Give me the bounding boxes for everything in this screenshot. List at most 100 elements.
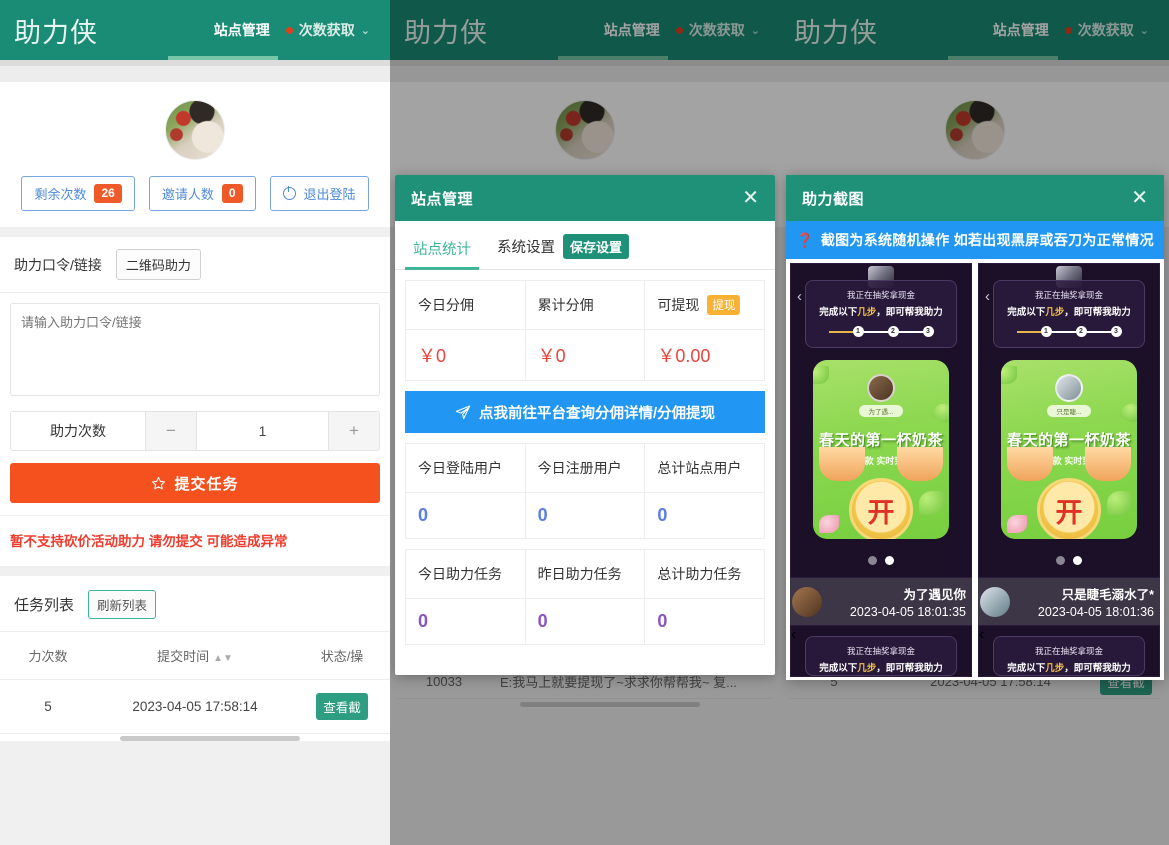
profile-stats: 剩余次数 26 邀请人数 0 退出登陆	[0, 176, 390, 211]
banner-line-2-post: ，即可帮我助力	[1064, 307, 1131, 318]
goto-platform-button[interactable]: 点我前往平台查询分佣详情/分佣提现	[405, 391, 765, 433]
user-avatar	[792, 586, 822, 617]
warning-text: 暂不支持砍价活动助力 请勿提交 可能造成异常	[0, 515, 390, 566]
modal-tabs: 站点统计 系统设置 保存设置	[395, 221, 775, 270]
step-number: 2	[887, 326, 899, 337]
refresh-list-button[interactable]: 刷新列表	[88, 590, 157, 619]
form-header: 助力口令/链接 二维码助力	[0, 237, 390, 293]
nav-item-label: 次数获取	[298, 22, 355, 38]
step-indicator: 1 2 3	[994, 326, 1144, 337]
stat-cell-withdrawable: 可提现 提现 ￥0.00	[645, 281, 765, 380]
stat-cell-today-register: 今日注册用户 0	[525, 444, 646, 538]
promo-avatar	[867, 374, 895, 402]
banner-line-2-pre: 完成以下	[819, 307, 858, 318]
invite-count-label: 邀请人数	[161, 187, 214, 202]
carousel-dots[interactable]	[979, 556, 1159, 565]
modal-header: 助力截图 ✕	[786, 175, 1164, 221]
submit-task-button[interactable]: 提交任务	[10, 463, 380, 503]
banner-line-2-pre: 完成以下	[1007, 307, 1046, 318]
navbar: 助力侠 站点管理 次数获取 ⌄	[0, 0, 390, 60]
carousel-dots[interactable]	[791, 556, 971, 565]
paper-plane-icon	[455, 405, 471, 420]
stat-value: 0	[418, 611, 429, 631]
stat-cell-total-users: 总计站点用户 0	[645, 444, 765, 538]
col-status: 状态/操	[294, 631, 390, 680]
banner-line-2: 完成以下几步，即可帮我助力	[994, 304, 1144, 318]
screenshot-image[interactable]: ‹ 我正在抽奖拿现金 完成以下几步，即可帮我助力	[978, 625, 1160, 677]
stat-value: ￥0	[537, 346, 566, 366]
task-list-title: 任务列表	[14, 597, 75, 614]
screenshot-username: 只是睫毛溺水了*	[1061, 588, 1154, 602]
panel-right: 助力侠 站点管理 次数获取 ⌄ 剩余次数 26	[780, 0, 1169, 845]
sort-updown-icon[interactable]: ▲▼	[213, 654, 233, 664]
back-chevron-icon: ‹	[985, 288, 990, 305]
stepper-value[interactable]: 1	[197, 412, 328, 450]
banner-line-2-pre: 完成以下	[1007, 663, 1046, 674]
site-management-modal: 站点管理 ✕ 站点统计 系统设置 保存设置 今日分佣 ￥0 累计分佣 ￥0 可提…	[395, 175, 775, 675]
remaining-count-label: 剩余次数	[34, 187, 87, 202]
step-indicator: 1 2 3	[806, 326, 956, 337]
banner-line-2-pre: 完成以下	[819, 663, 858, 674]
screenshot-username: 为了遇见你	[903, 588, 966, 602]
step-number: 1	[852, 326, 864, 337]
screenshot-modal: 助力截图 ✕ ❓ 截图为系统随机操作 如若出现黑屏或吞刀为正常情况 ‹ 我正在抽…	[786, 175, 1164, 680]
nav-item-site-management[interactable]: 站点管理	[214, 18, 270, 42]
modal-title: 助力截图	[802, 190, 865, 208]
stat-label: 总计站点用户	[657, 460, 742, 476]
close-icon[interactable]: ✕	[1131, 188, 1148, 208]
tab-system-settings[interactable]: 系统设置 保存设置	[493, 221, 633, 269]
stat-value: 0	[657, 505, 668, 525]
screenshot-image[interactable]: ‹ 我正在抽奖拿现金 完成以下几步，即可帮我助力	[790, 625, 972, 677]
modal-header: 站点管理 ✕	[395, 175, 775, 221]
table-horizontal-scrollbar[interactable]	[120, 736, 300, 741]
count-stepper-wrap: 助力次数 − 1 +	[0, 401, 390, 451]
banner-line-2-em: 几步	[857, 663, 877, 674]
step-number: 2	[1075, 326, 1087, 337]
brand-title: 助力侠	[14, 17, 98, 48]
view-screenshot-button[interactable]: 查看截	[316, 693, 368, 720]
avatar	[165, 100, 225, 160]
tab-site-stats[interactable]: 站点统计	[405, 225, 479, 270]
screenshot-item[interactable]: ‹ 我正在抽奖拿现金 完成以下几步，即可帮我助力 1 2	[978, 263, 1160, 677]
panel-middle: 助力侠 站点管理 次数获取 ⌄ 剩余次数 26	[390, 0, 780, 845]
commission-stats-grid: 今日分佣 ￥0 累计分佣 ￥0 可提现 提现 ￥0.00	[405, 280, 765, 381]
nav-item-get-count[interactable]: 次数获取 ⌄	[285, 18, 370, 42]
screenshot-image[interactable]: ‹ 我正在抽奖拿现金 完成以下几步，即可帮我助力 1 2	[790, 263, 972, 578]
invite-count-badge: 0	[221, 184, 243, 203]
cell-action: 查看截	[294, 679, 390, 734]
open-coin-button[interactable]: 开	[1037, 478, 1101, 539]
screenshot-item[interactable]: ‹ 我正在抽奖拿现金 完成以下几步，即可帮我助力 1 2	[790, 263, 972, 677]
stat-cell-today-login: 今日登陆用户 0	[406, 444, 526, 538]
stepper-minus-button[interactable]: −	[146, 412, 197, 450]
assist-code-input[interactable]	[10, 303, 380, 396]
col-time[interactable]: 提交时间 ▲▼	[96, 631, 294, 680]
task-list-header: 任务列表 刷新列表	[0, 576, 390, 631]
promo-card: 为了遇... 春天的第一杯奶茶 微信打款 实时到账✓ 开 第一步：点击领红包	[813, 360, 949, 539]
remaining-count-button[interactable]: 剩余次数 26	[21, 176, 135, 211]
stepper-plus-button[interactable]: +	[328, 412, 379, 450]
step-number: 3	[1110, 326, 1122, 337]
banner-line-2: 完成以下几步，即可帮我助力	[806, 660, 956, 674]
open-coin-button[interactable]: 开	[849, 478, 913, 539]
withdraw-button[interactable]: 提现	[707, 295, 741, 315]
profile-card: 剩余次数 26 邀请人数 0 退出登陆	[0, 82, 390, 227]
assist-form-card: 助力口令/链接 二维码助力 助力次数 − 1 + 提交任务 暂不支	[0, 237, 390, 566]
screenshot-image[interactable]: ‹ 我正在抽奖拿现金 完成以下几步，即可帮我助力 1 2	[978, 263, 1160, 578]
screenshot-caption: 为了遇见你 2023-04-05 18:01:35	[790, 578, 972, 625]
stat-cell-total-tasks: 总计助力任务 0	[645, 550, 765, 644]
save-settings-button[interactable]: 保存设置	[563, 234, 630, 259]
red-dot-icon	[285, 26, 293, 34]
task-list-card: 任务列表 刷新列表 力次数 提交时间 ▲▼ 状态/操 5 2023-04-05 …	[0, 576, 390, 741]
qr-assist-button[interactable]: 二维码助力	[115, 249, 201, 280]
nav-item-label: 站点管理	[213, 22, 270, 38]
logout-button[interactable]: 退出登陆	[269, 176, 369, 211]
stat-cell-today-commission: 今日分佣 ￥0	[406, 281, 526, 380]
col-time-label: 提交时间	[157, 649, 210, 664]
screenshot-grid: ‹ 我正在抽奖拿现金 完成以下几步，即可帮我助力 1 2 3 为了遇... 春天…	[786, 259, 1164, 677]
stat-cell-today-tasks: 今日助力任务 0	[406, 550, 526, 644]
assist-banner: 我正在抽奖拿现金 完成以下几步，即可帮我助力 1 2 3	[805, 280, 957, 348]
invite-count-button[interactable]: 邀请人数 0	[148, 176, 256, 211]
tab-system-settings-label: 系统设置	[497, 240, 555, 256]
screenshot-time: 2023-04-05 18:01:36	[1037, 605, 1154, 619]
close-icon[interactable]: ✕	[742, 188, 759, 208]
